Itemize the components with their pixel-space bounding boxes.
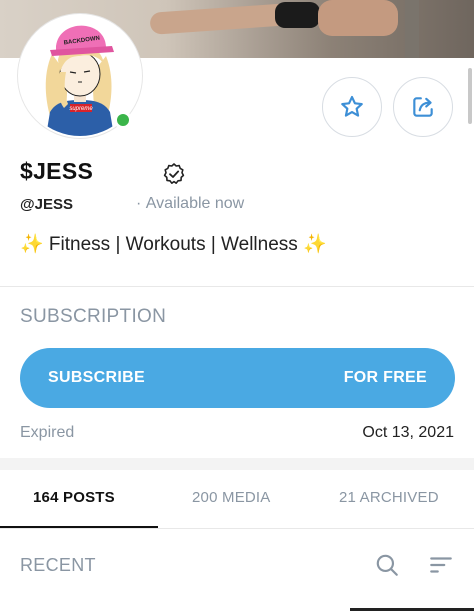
tab-posts[interactable]: 164 POSTS (33, 489, 115, 506)
profile-handle: @JESS (20, 196, 73, 213)
profile-bio: ✨ Fitness | Workouts | Wellness ✨ (20, 234, 327, 255)
banner-photo-leg (149, 3, 291, 35)
feed-section-label: RECENT (20, 555, 96, 575)
verified-badge-icon (163, 163, 185, 184)
star-icon (341, 95, 363, 117)
status-text: Available now (145, 195, 245, 212)
subscribe-button[interactable]: SUBSCRIBE FOR FREE (20, 348, 455, 408)
availability-status: · Available now (136, 195, 244, 213)
share-icon (413, 97, 433, 117)
expired-label: Expired (20, 424, 75, 441)
section-separator (0, 458, 474, 470)
subscription-title: SUBSCRIPTION (20, 306, 167, 327)
expired-date: Oct 13, 2021 (362, 424, 454, 441)
tab-media[interactable]: 200 MEDIA (192, 489, 271, 506)
favorite-button[interactable] (322, 77, 382, 137)
search-icon[interactable] (374, 552, 400, 578)
scrollbar[interactable] (468, 68, 472, 124)
status-separator: · (136, 195, 146, 212)
divider (0, 286, 474, 287)
sort-icon[interactable] (428, 552, 454, 578)
banner-photo-shorts (275, 2, 320, 28)
subscribe-button-label: SUBSCRIBE (48, 369, 145, 386)
online-status-dot (114, 111, 132, 129)
profile-tabs: 164 POSTS 200 MEDIA 21 ARCHIVED (0, 470, 474, 528)
subscribe-price-label: FOR FREE (343, 369, 427, 386)
divider (0, 528, 474, 529)
avatar-shirt-text: supreme (69, 106, 93, 112)
banner-photo-leg (318, 0, 398, 36)
profile-name: $JESS (20, 158, 94, 184)
tab-archived[interactable]: 21 ARCHIVED (339, 489, 439, 506)
share-button[interactable] (393, 77, 453, 137)
banner-photo-pole (405, 0, 419, 58)
